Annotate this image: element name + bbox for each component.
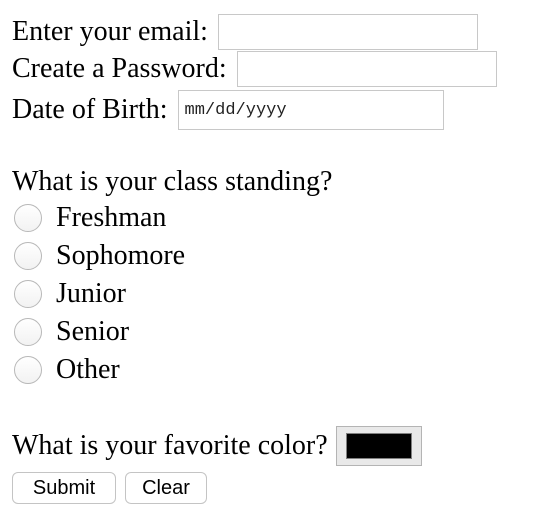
radio-label: Other — [56, 354, 120, 385]
password-label: Create a Password: — [12, 53, 227, 84]
radio-option-junior[interactable]: Junior — [14, 278, 126, 310]
radio-option-senior[interactable]: Senior — [14, 316, 129, 348]
radio-label: Sophomore — [56, 240, 186, 271]
standing-question: What is your class standing? — [12, 166, 333, 197]
email-input[interactable] — [217, 14, 478, 50]
radio-button[interactable] — [14, 204, 42, 232]
color-question: What is your favorite color? — [12, 430, 328, 461]
radio-button[interactable] — [14, 356, 42, 384]
standing-question-row: What is your class standing? — [12, 166, 332, 198]
radio-option-sophomore[interactable]: Sophomore — [14, 240, 185, 272]
dob-input[interactable]: mm/dd/yyyy — [177, 90, 444, 130]
radio-button[interactable] — [14, 280, 42, 308]
dob-row: Date of Birth: mm/dd/yyyy — [12, 90, 444, 130]
color-swatch — [345, 433, 412, 459]
radio-label: Freshman — [56, 202, 167, 233]
radio-option-freshman[interactable]: Freshman — [14, 202, 166, 234]
radio-label: Junior — [56, 278, 126, 309]
email-row: Enter your email: — [12, 14, 478, 50]
radio-label: Senior — [56, 316, 130, 347]
submit-button[interactable]: Submit — [12, 472, 116, 504]
dob-placeholder: mm/dd/yyyy — [184, 100, 287, 120]
password-input[interactable] — [236, 51, 497, 87]
clear-button[interactable]: Clear — [125, 472, 207, 504]
dob-label: Date of Birth: — [12, 94, 168, 125]
color-picker[interactable] — [335, 426, 422, 466]
radio-button[interactable] — [14, 318, 42, 346]
radio-option-other[interactable]: Other — [14, 354, 120, 386]
email-label: Enter your email: — [12, 16, 208, 47]
radio-button[interactable] — [14, 242, 42, 270]
password-row: Create a Password: — [12, 51, 497, 87]
color-row: What is your favorite color? — [12, 426, 422, 466]
